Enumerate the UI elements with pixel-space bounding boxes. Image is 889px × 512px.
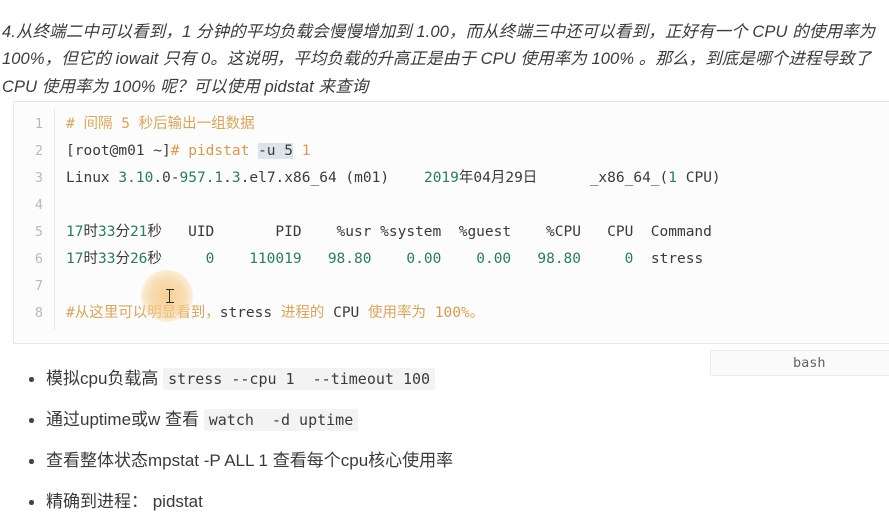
bullet-dot-icon (29, 459, 34, 464)
code-token: 100 (434, 305, 461, 321)
list-item-text: 通过uptime或w 查看 (46, 410, 204, 429)
code-token: [root@m01 ~] (66, 143, 171, 159)
code-token: .el7.x86_64 (m01) (240, 170, 424, 186)
bullet-dot-icon (29, 377, 34, 382)
list-item-text: 模拟cpu负载高 (46, 369, 164, 388)
code-token: 957.1 (179, 170, 224, 186)
code-token: stress (219, 305, 273, 321)
code-line-text[interactable]: 17时33分26秒 0 110019 98.80 0.00 0.00 98.80… (54, 246, 889, 273)
code-token: 分 (115, 251, 130, 267)
list-item: 查看整体状态mpstat -P ALL 1 查看每个cpu核心使用率 (0, 440, 889, 481)
code-line-text[interactable]: Linux 3.10.0-957.1.3.el7.x86_64 (m01) 20… (54, 165, 889, 192)
code-line[interactable]: 1 # 间隔 5 秒后输出一组数据 (14, 111, 889, 138)
code-token: # 间隔 5 秒后输出一组数据 (66, 116, 255, 132)
summary-bullet-list: 模拟cpu负载高 stress --cpu 1 --timeout 100 通过u… (0, 358, 889, 512)
code-token: %。 (460, 305, 485, 321)
code-token: 秒 (147, 251, 206, 267)
code-token: 17 (66, 224, 84, 240)
gutter-divider (54, 108, 55, 330)
document-page: 4.从终端二中可以看到，1 分钟的平均负载会慢慢增加到 1.00，而从终端三中还… (0, 0, 889, 512)
bullet-dot-icon (29, 418, 34, 423)
code-token: 2019 (423, 170, 459, 186)
bullet-dot-icon (29, 500, 34, 505)
code-token: 33 (97, 224, 116, 240)
code-token: CPU (333, 305, 360, 321)
code-token: 110019 (249, 251, 302, 267)
code-line[interactable]: 4 (14, 192, 889, 219)
code-line-number: 4 (34, 197, 43, 213)
list-item: 通过uptime或w 查看 watch -d uptime (0, 399, 889, 440)
code-block[interactable]: 1 # 间隔 5 秒后输出一组数据 2 [root@m01 ~]# pidstat -… (13, 101, 889, 344)
code-line-number: 7 (34, 278, 43, 294)
list-item: 精确到进程： pidstat (0, 481, 889, 512)
code-line-number: 6 (34, 251, 43, 267)
code-line[interactable]: 8 #从这里可以明显看到，stress 进程的 CPU 使用率为 100%。 (14, 300, 889, 327)
code-token: 使用率为 (359, 305, 435, 321)
code-token: 0.00 (476, 251, 512, 267)
code-token: . (223, 170, 232, 186)
code-token: stress (633, 251, 704, 267)
code-line-text[interactable]: #从这里可以明显看到，stress 进程的 CPU 使用率为 100%。 (54, 300, 889, 327)
code-token: 1 (668, 170, 677, 186)
code-token: .0- (153, 170, 180, 186)
code-token: 33 (97, 251, 116, 267)
code-token: Linux (66, 170, 119, 186)
code-token: 3.10 (118, 170, 154, 186)
code-line-number: 5 (34, 224, 43, 240)
code-token: 3 (231, 170, 241, 186)
code-token: 进程的 (272, 305, 334, 321)
code-line-text[interactable]: [root@m01 ~]# pidstat -u 5 1 (54, 138, 889, 165)
code-token: 0 (205, 251, 215, 267)
code-token: 时 (83, 251, 98, 267)
code-token: 21 (129, 224, 148, 240)
code-token: 年04月29日 _x86_64_( (458, 170, 669, 186)
code-token: 17 (66, 251, 84, 267)
code-token: 秒 UID PID %usr %system %guest %CPU CPU C… (147, 224, 712, 240)
code-token: #从这里可以明显看到， (66, 305, 220, 321)
inline-code[interactable]: stress --cpu 1 --timeout 100 (163, 368, 436, 390)
code-line[interactable]: 6 17时33分26秒 0 110019 98.80 0.00 0.00 98.8… (14, 246, 889, 273)
code-line[interactable]: 7 (14, 273, 889, 300)
code-token: 98.80 (327, 251, 372, 267)
code-token: 98.80 (537, 251, 582, 267)
code-line-number: 1 (34, 116, 43, 132)
code-line-text[interactable]: # 间隔 5 秒后输出一组数据 (54, 111, 889, 138)
code-token: 26 (129, 251, 148, 267)
code-token: 时 (83, 224, 98, 240)
intro-paragraph: 4.从终端二中可以看到，1 分钟的平均负载会慢慢增加到 1.00，而从终端三中还… (2, 22, 876, 96)
code-line-number: 3 (34, 170, 43, 186)
inline-code[interactable]: watch -d uptime (203, 409, 359, 431)
code-line[interactable]: 5 17时33分21秒 UID PID %usr %system %guest %… (14, 219, 889, 246)
code-line-number: 8 (34, 305, 43, 321)
code-line[interactable]: 3 Linux 3.10.0-957.1.3.el7.x86_64 (m01) 2… (14, 165, 889, 192)
code-token: -u 5 (258, 143, 293, 159)
code-token: # pidstat (170, 143, 259, 159)
code-line-number: 2 (34, 143, 43, 159)
list-item-text: 查看整体状态mpstat -P ALL 1 查看每个cpu核心使用率 (46, 451, 454, 470)
code-token: 0.00 (406, 251, 442, 267)
code-token: 1 (301, 143, 311, 159)
list-item: 模拟cpu负载高 stress --cpu 1 --timeout 100 (0, 358, 889, 399)
list-item-text: 精确到进程： pidstat (46, 492, 203, 511)
code-lines[interactable]: 1 # 间隔 5 秒后输出一组数据 2 [root@m01 ~]# pidstat -… (14, 102, 889, 336)
code-line[interactable]: 2 [root@m01 ~]# pidstat -u 5 1 (14, 138, 889, 165)
code-token: 分 (115, 224, 130, 240)
code-token: CPU) (677, 170, 721, 186)
code-line-text[interactable]: 17时33分21秒 UID PID %usr %system %guest %C… (54, 219, 889, 246)
